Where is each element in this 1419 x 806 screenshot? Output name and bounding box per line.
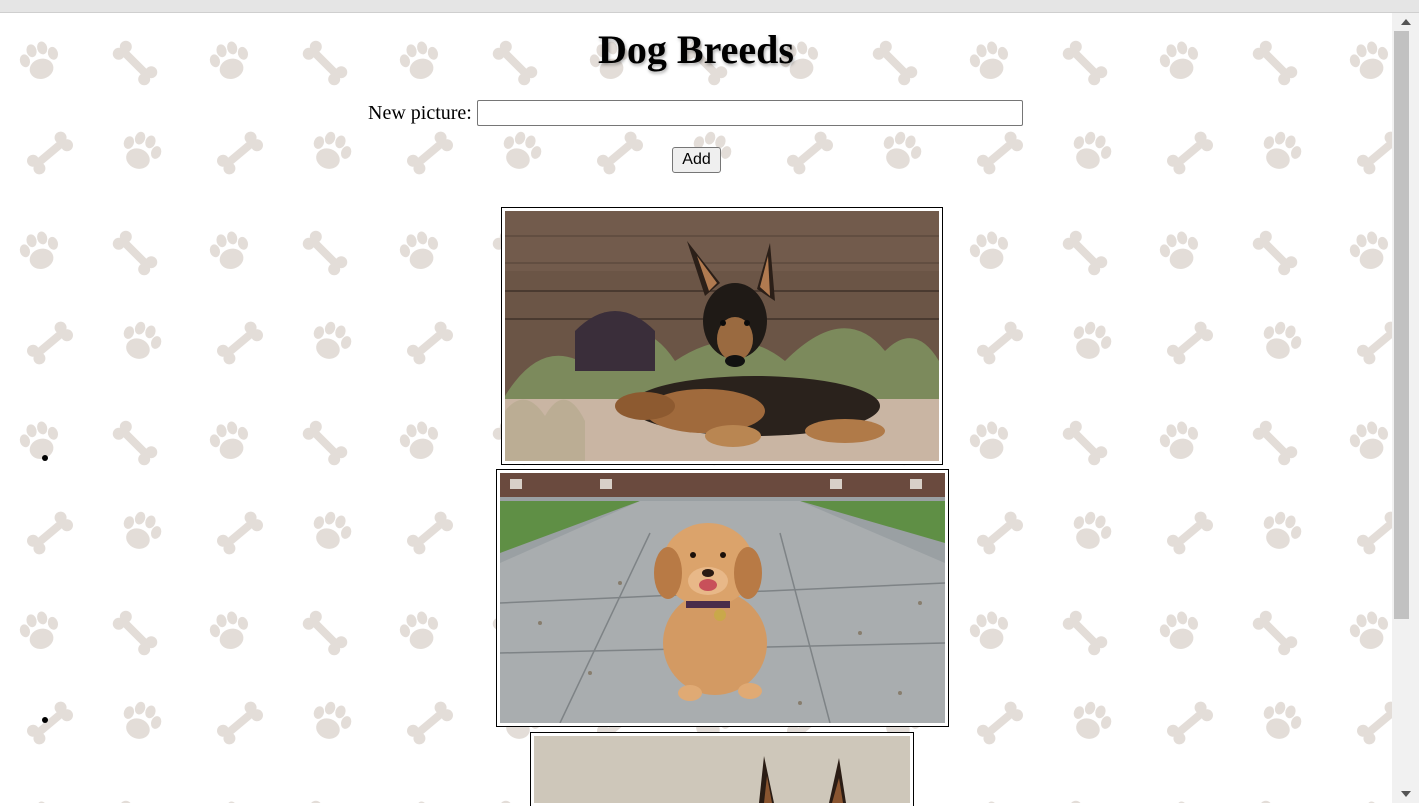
add-button[interactable]: Add	[672, 147, 721, 173]
page-title: Dog Breeds	[598, 27, 794, 72]
new-picture-label: New picture:	[368, 101, 472, 124]
list-bullet	[42, 717, 48, 723]
german-shepherd-image	[505, 211, 939, 461]
list-bullet	[42, 455, 48, 461]
doberman-image	[534, 736, 910, 803]
dog-picture-doberman	[530, 732, 914, 806]
golden-retriever-image	[500, 473, 945, 723]
scrollbar-thumb[interactable]	[1394, 31, 1409, 619]
new-picture-input[interactable]	[476, 100, 1023, 126]
dog-picture-golden-retriever	[496, 469, 949, 727]
scroll-down-arrow-icon[interactable]	[1401, 791, 1411, 797]
scroll-up-arrow-icon[interactable]	[1401, 19, 1411, 25]
new-picture-form: New picture:	[368, 99, 1023, 127]
browser-top-edge	[0, 0, 1419, 13]
dog-picture-german-shepherd	[501, 207, 943, 465]
vertical-scrollbar[interactable]	[1392, 13, 1419, 803]
